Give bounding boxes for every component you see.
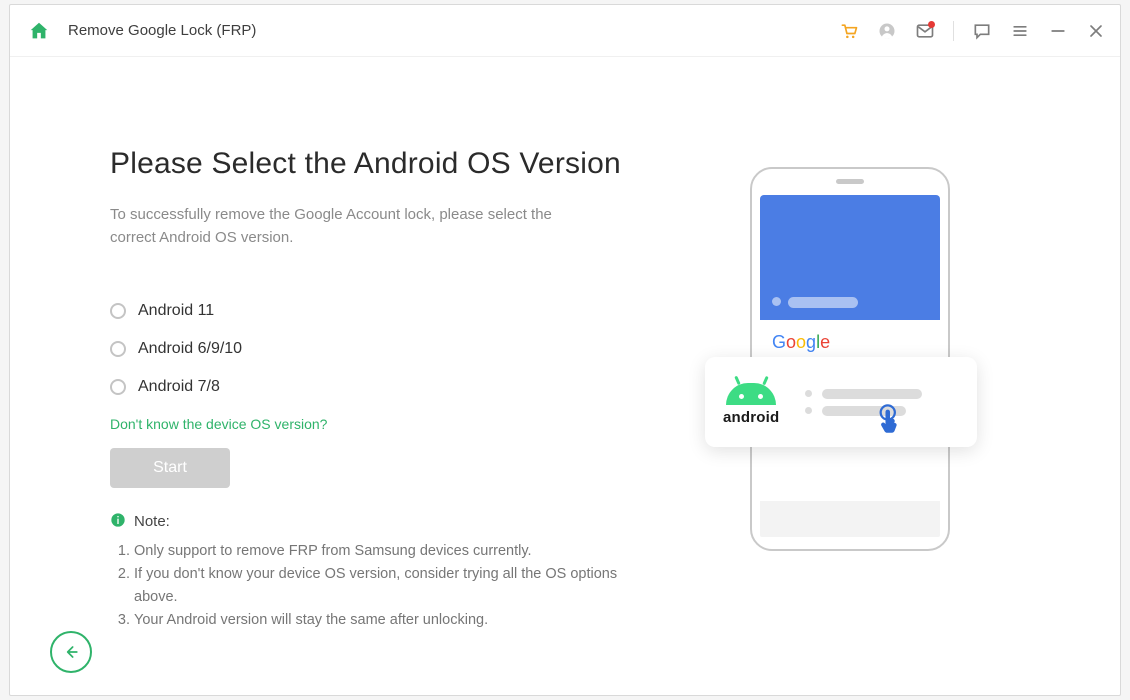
app-window: Remove Google Lock (FRP) bbox=[9, 4, 1121, 696]
phone-header-panel bbox=[760, 195, 940, 320]
titlebar-actions bbox=[839, 21, 1106, 41]
android-word: android bbox=[723, 409, 779, 426]
info-icon bbox=[110, 512, 126, 532]
home-icon[interactable] bbox=[28, 20, 50, 42]
os-option-android-7-8[interactable]: Android 7/8 bbox=[110, 378, 650, 396]
google-logo: Google bbox=[772, 332, 940, 353]
divider bbox=[953, 21, 954, 41]
content: Please Select the Android OS Version To … bbox=[10, 57, 1120, 632]
help-link-os-version[interactable]: Don't know the device OS version? bbox=[110, 416, 650, 432]
minimize-icon[interactable] bbox=[1048, 21, 1068, 41]
os-option-label: Android 11 bbox=[138, 302, 214, 320]
placeholder-dot bbox=[772, 297, 781, 306]
notification-dot bbox=[928, 21, 935, 28]
radio-icon bbox=[110, 379, 126, 395]
illustration: Google android bbox=[650, 147, 1050, 632]
start-button[interactable]: Start bbox=[110, 448, 230, 488]
titlebar: Remove Google Lock (FRP) bbox=[10, 5, 1120, 57]
overlay-card: android bbox=[705, 357, 977, 447]
page-title: Remove Google Lock (FRP) bbox=[68, 22, 256, 39]
feedback-icon[interactable] bbox=[972, 21, 992, 41]
os-option-label: Android 7/8 bbox=[138, 378, 220, 396]
note-list: Only support to remove FRP from Samsung … bbox=[110, 540, 630, 633]
mail-icon[interactable] bbox=[915, 21, 935, 41]
pointer-hand-icon bbox=[875, 404, 909, 443]
cart-icon[interactable] bbox=[839, 21, 859, 41]
note-heading: Note: bbox=[110, 512, 650, 532]
android-robot: android bbox=[723, 379, 779, 426]
os-option-android-6-9-10[interactable]: Android 6/9/10 bbox=[110, 340, 650, 358]
note-block: Note: Only support to remove FRP from Sa… bbox=[110, 512, 650, 633]
note-item: Your Android version will stay the same … bbox=[134, 609, 630, 632]
note-item: If you don't know your device OS version… bbox=[134, 563, 630, 609]
note-item: Only support to remove FRP from Samsung … bbox=[134, 540, 630, 563]
radio-icon bbox=[110, 303, 126, 319]
note-label: Note: bbox=[134, 513, 170, 530]
os-option-android-11[interactable]: Android 11 bbox=[110, 302, 650, 320]
radio-icon bbox=[110, 341, 126, 357]
back-button[interactable] bbox=[50, 631, 92, 673]
user-icon[interactable] bbox=[877, 21, 897, 41]
os-options: Android 11 Android 6/9/10 Android 7/8 bbox=[110, 302, 650, 396]
subtext: To successfully remove the Google Accoun… bbox=[110, 203, 570, 250]
left-column: Please Select the Android OS Version To … bbox=[110, 147, 650, 632]
close-icon[interactable] bbox=[1086, 21, 1106, 41]
phone-speaker bbox=[836, 179, 864, 184]
os-option-label: Android 6/9/10 bbox=[138, 340, 242, 358]
phone-bottom-bar bbox=[760, 501, 940, 537]
heading: Please Select the Android OS Version bbox=[110, 147, 650, 181]
menu-icon[interactable] bbox=[1010, 21, 1030, 41]
android-robot-icon bbox=[726, 379, 776, 405]
phone-illustration: Google android bbox=[705, 167, 995, 551]
placeholder-line bbox=[788, 297, 858, 308]
